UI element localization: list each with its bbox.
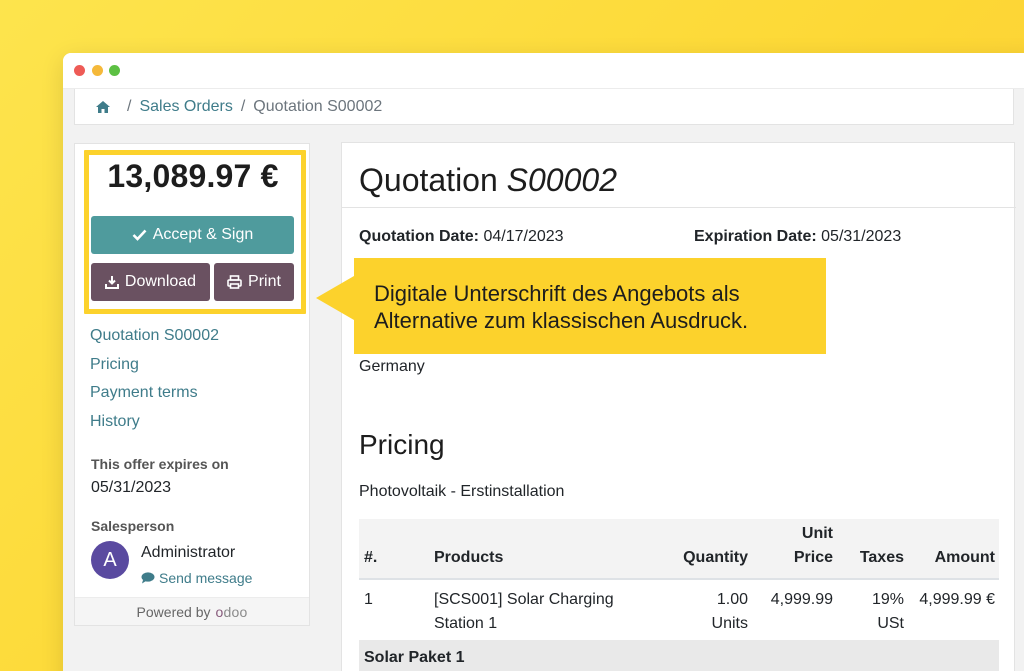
minimize-window-button[interactable] (92, 65, 103, 76)
nav-link-quotation[interactable]: Quotation S00002 (90, 326, 219, 355)
expiration-date-label: Expiration Date: (694, 228, 817, 245)
pricing-subtitle: Photovoltaik - Erstinstallation (359, 483, 565, 500)
cell-taxes-line1: 19% (871, 591, 904, 608)
header-quantity: Quantity (683, 549, 748, 566)
sidebar-nav: Quotation S00002 Pricing Payment terms H… (90, 326, 219, 440)
print-button[interactable]: Print (214, 263, 294, 301)
breadcrumb: / Sales Orders / Quotation S00002 (74, 89, 1014, 125)
breadcrumb-separator: / (127, 97, 132, 115)
table-section-row: Solar Paket 1 (359, 640, 999, 671)
odoo-logo[interactable]: odoo (215, 604, 247, 620)
download-icon (104, 276, 119, 289)
table-row: 1 [SCS001] Solar Charging Station 1 1.00… (359, 580, 999, 640)
expires-label: This offer expires on (91, 456, 229, 472)
cell-product-line1: [SCS001] Solar Charging (434, 591, 614, 608)
send-message-link[interactable]: Send message (141, 570, 252, 586)
odoo-logo-rest: doo (223, 603, 248, 620)
check-icon (132, 229, 147, 241)
header-taxes: Taxes (859, 549, 904, 566)
chat-icon (141, 572, 155, 584)
title-reference: S00002 (506, 162, 617, 198)
breadcrumb-current: Quotation S00002 (253, 97, 383, 115)
table-header: #. Products Quantity Unit Price Taxes Am… (359, 519, 999, 580)
header-num: #. (364, 549, 378, 566)
download-button[interactable]: Download (91, 263, 210, 301)
pricing-heading: Pricing (359, 429, 445, 460)
quotation-total: 13,089.97 € (107, 158, 279, 194)
cell-taxes: 19% USt (849, 588, 904, 636)
section-title: Solar Paket 1 (364, 649, 465, 666)
pricing-table: #. Products Quantity Unit Price Taxes Am… (359, 519, 999, 671)
powered-by-label: Powered by (136, 603, 211, 620)
window-titlebar (63, 53, 1024, 89)
customer-country: Germany (359, 358, 425, 375)
accept-sign-button[interactable]: Accept & Sign (91, 216, 294, 254)
expiration-date-field: Expiration Date: 05/31/2023 (694, 228, 901, 246)
cell-quantity-line1: 1.00 (716, 591, 748, 608)
cell-taxes-line2: USt (877, 615, 904, 632)
header-products: Products (434, 549, 504, 566)
page-title: Quotation S00002 (359, 162, 617, 199)
close-window-button[interactable] (74, 65, 85, 76)
cell-unit-price: 4,999.99 (770, 591, 833, 608)
breadcrumb-separator: / (240, 97, 246, 115)
nav-link-payment-terms[interactable]: Payment terms (90, 383, 219, 412)
quotation-date-value: 04/17/2023 (483, 228, 564, 245)
quotation-date-label: Quotation Date: (359, 228, 479, 245)
quotation-date-field: Quotation Date: 04/17/2023 (359, 228, 564, 246)
download-label: Download (124, 273, 197, 290)
expires-date: 05/31/2023 (91, 479, 172, 496)
annotation-callout: Digitale Unterschrift des Angebots als A… (316, 258, 826, 354)
header-unit-price: Unit Price (759, 522, 833, 570)
quotation-content: Quotation S00002 Quotation Date: 04/17/2… (316, 142, 1016, 671)
header-unit-price-line2: Price (793, 549, 833, 566)
cell-num: 1 (364, 591, 373, 608)
cell-amount: 4,999.99 € (919, 591, 995, 608)
avatar: A (91, 541, 129, 579)
nav-link-history[interactable]: History (90, 412, 219, 441)
cell-quantity-line2: Units (711, 615, 748, 632)
title-divider (342, 207, 1016, 208)
cell-product: [SCS001] Solar Charging Station 1 (434, 588, 614, 636)
cell-product-line2: Station 1 (434, 615, 498, 632)
print-label: Print (248, 273, 281, 290)
nav-link-pricing[interactable]: Pricing (90, 355, 219, 384)
header-amount: Amount (934, 549, 995, 566)
printer-icon (227, 275, 242, 289)
powered-by: Powered by odoo (75, 597, 309, 625)
title-prefix: Quotation (359, 162, 498, 198)
home-icon[interactable] (95, 100, 111, 114)
expiration-date-value: 05/31/2023 (821, 228, 902, 245)
accept-sign-label: Accept & Sign (152, 226, 254, 243)
browser-window: / Sales Orders / Quotation S00002 13,089… (63, 53, 1024, 671)
salesperson-name: Administrator (141, 544, 236, 561)
maximize-window-button[interactable] (109, 65, 120, 76)
sidebar: 13,089.97 € Accept & Sign Download Print… (74, 143, 310, 626)
breadcrumb-sales-orders[interactable]: Sales Orders (139, 98, 232, 116)
cell-quantity: 1.00 Units (674, 588, 748, 636)
callout-text: Digitale Unterschrift des Angebots als A… (374, 280, 748, 334)
salesperson-label: Salesperson (91, 518, 175, 534)
callout-pointer (316, 276, 354, 320)
header-unit-price-line1: Unit (801, 525, 833, 542)
callout-line-1: Digitale Unterschrift des Angebots als (374, 281, 740, 306)
send-message-label: Send message (159, 570, 253, 586)
callout-line-2: Alternative zum klassischen Ausdruck. (374, 308, 749, 333)
